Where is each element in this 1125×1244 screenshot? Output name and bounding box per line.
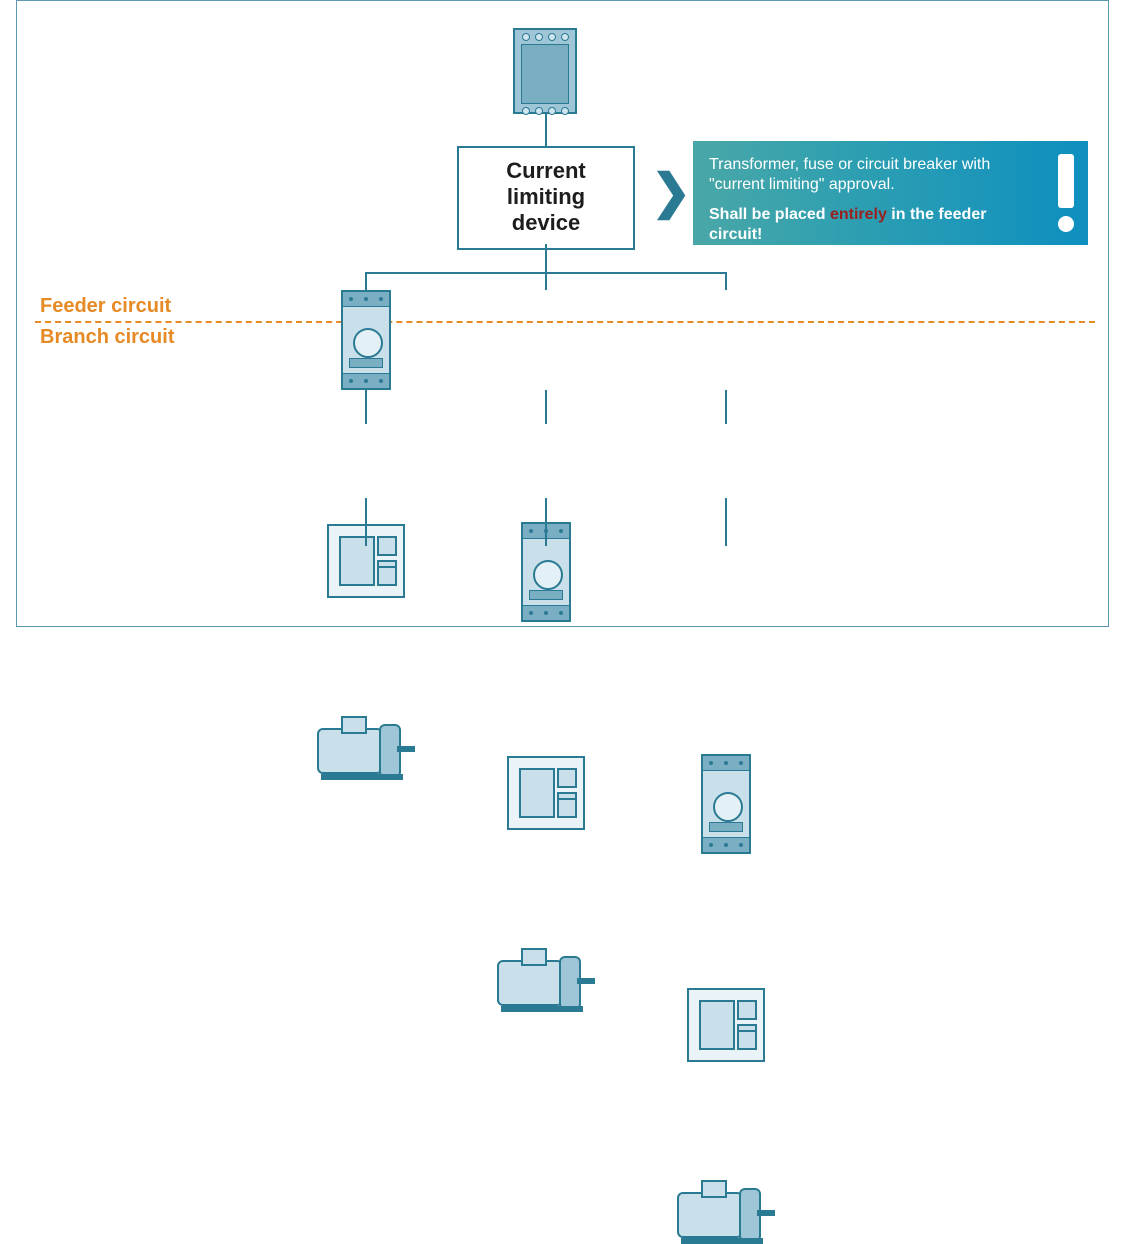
wire-segment [725,390,727,424]
callout-line1: Transformer, fuse or circuit breaker wit… [709,155,1028,195]
wire-segment [545,390,547,424]
wire-segment [545,272,547,290]
feeder-circuit-label: Feeder circuit [40,295,171,318]
info-callout: Transformer, fuse or circuit breaker wit… [693,141,1088,245]
wire-segment [545,498,547,546]
device-box-text: Current limiting device [467,158,625,236]
contactor-icon [507,756,585,830]
motor-icon [317,720,417,778]
chevron-right-icon: ❯ [651,169,691,217]
callout-line2: Shall be placed entirely in the feeder c… [709,205,1028,245]
motor-icon [497,952,597,1010]
exclamation-icon [1058,141,1074,245]
feeder-branch-divider [35,321,1095,323]
motor-starter-protector-icon [341,290,391,390]
wire-segment [545,114,547,146]
device-box-line: limiting [507,184,585,209]
motor-starter-protector-icon [701,754,751,854]
device-box-line: Current [506,158,585,183]
callout-emphasis: entirely [830,206,887,223]
main-circuit-breaker-icon [513,28,577,114]
wire-segment [725,498,727,546]
motor-icon [677,1184,777,1242]
wire-segment [365,498,367,546]
diagram-frame: Current limiting device ❯ Transformer, f… [16,0,1109,627]
wire-segment [545,244,547,272]
wire-segment [365,272,367,290]
wire-segment [725,272,727,290]
wire-segment [365,390,367,424]
callout-bold-prefix: Shall be placed [709,206,830,223]
device-box-line: device [512,210,581,235]
current-limiting-device-box: Current limiting device [457,146,635,250]
contactor-icon [687,988,765,1062]
branch-circuit-label: Branch circuit [40,326,174,349]
